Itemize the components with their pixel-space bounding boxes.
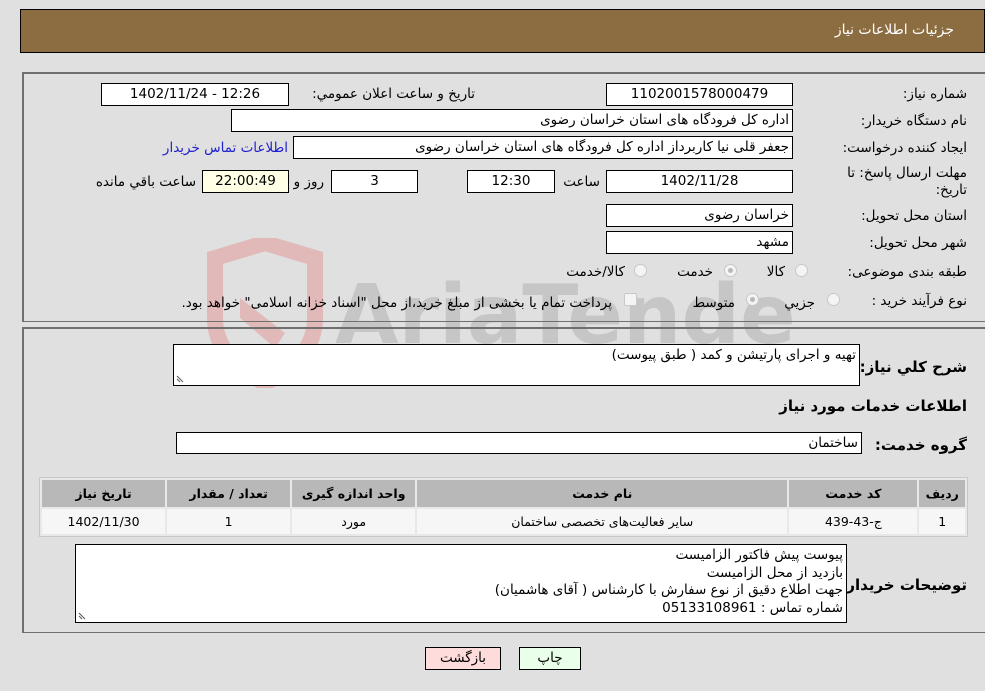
cell-row-number: 1 <box>919 509 965 534</box>
buyer-notes-textarea[interactable]: پیوست پیش فاکتور الزامیست بازدید از محل … <box>75 544 847 623</box>
buyer-contact-link[interactable]: اطلاعات تماس خریدار <box>163 140 288 156</box>
remaining-time-field: 22:00:49 <box>202 170 289 193</box>
cell-service-name: سایر فعالیت‌های تخصصی ساختمان <box>417 509 788 534</box>
table-row: 1 ج-43-439 سایر فعالیت‌های تخصصی ساختمان… <box>42 509 965 534</box>
col-header-quantity: تعداد / مقدار <box>167 480 291 507</box>
deadline-time-label: ساعت <box>563 174 600 190</box>
city-label: شهر محل تحویل: <box>869 235 967 251</box>
days-label: روز و <box>293 174 324 190</box>
page-header: جزئیات اطلاعات نیاز <box>20 9 985 53</box>
description-textarea[interactable]: تهیه و اجرای پارتیشن و کمد ( طبق پیوست) <box>173 344 860 386</box>
services-table-wrapper: ردیف کد خدمت نام خدمت واحد اندازه گیری ت… <box>39 477 968 537</box>
category-option-service: خدمت <box>677 264 713 280</box>
province-label: استان محل تحویل: <box>861 208 967 224</box>
deadline-time-field: 12:30 <box>467 170 555 193</box>
service-group-field: ساختمان <box>176 432 862 454</box>
cell-need-date: 1402/11/30 <box>42 509 166 534</box>
treasury-note: پرداخت تمام یا بخشی از مبلغ خرید،از محل … <box>181 295 612 311</box>
days-remaining-field: 3 <box>331 170 418 193</box>
process-type-label: نوع فرآیند خرید : <box>871 293 967 309</box>
category-radio-goods-service[interactable] <box>634 264 647 277</box>
col-header-need-date: تاریخ نیاز <box>42 480 166 507</box>
announce-date-field: 1402/11/24 - 12:26 <box>101 83 289 106</box>
col-header-row-number: ردیف <box>919 480 965 507</box>
process-option-minor: جزيي <box>784 295 815 311</box>
col-header-service-name: نام خدمت <box>417 480 788 507</box>
buyer-org-field: اداره کل فرودگاه های استان خراسان رضوی <box>231 109 793 132</box>
print-button[interactable]: چاپ <box>519 647 581 670</box>
city-field: مشهد <box>606 231 793 254</box>
page-title: جزئیات اطلاعات نیاز <box>834 22 954 38</box>
buyer-note-line: پیوست پیش فاکتور الزامیست <box>675 547 843 563</box>
services-table: ردیف کد خدمت نام خدمت واحد اندازه گیری ت… <box>39 477 968 537</box>
resize-grip-icon[interactable] <box>78 612 88 620</box>
deadline-label-2: تاریخ: <box>935 182 967 198</box>
category-option-goods: کالا <box>766 264 785 280</box>
deadline-label: مهلت ارسال پاسخ: تا <box>847 165 967 181</box>
resize-grip-icon[interactable] <box>176 375 186 383</box>
buyer-note-line: بازدید از محل الزامیست <box>706 564 843 581</box>
deadline-date-field: 1402/11/28 <box>606 170 793 193</box>
col-header-unit: واحد اندازه گیری <box>292 480 416 507</box>
need-number-label: شماره نیاز: <box>902 86 967 102</box>
services-section-title: اطلاعات خدمات مورد نياز <box>779 397 967 415</box>
cell-service-code: ج-43-439 <box>789 509 918 534</box>
service-group-label: گروه خدمت: <box>874 436 967 454</box>
table-header-row: ردیف کد خدمت نام خدمت واحد اندازه گیری ت… <box>42 480 965 507</box>
process-radio-minor[interactable] <box>827 293 840 306</box>
province-field: خراسان رضوی <box>606 204 793 227</box>
treasury-checkbox[interactable] <box>624 293 637 306</box>
buyer-org-label: نام دستگاه خریدار: <box>860 113 967 129</box>
announce-date-label: تاریخ و ساعت اعلان عمومي: <box>312 86 475 102</box>
cell-quantity: 1 <box>167 509 291 534</box>
category-radio-goods[interactable] <box>795 264 808 277</box>
process-option-medium: متوسط <box>692 295 735 311</box>
need-number-field: 1102001578000479 <box>606 83 793 106</box>
process-radio-medium[interactable] <box>746 293 759 306</box>
category-radio-service[interactable] <box>724 264 737 277</box>
remaining-time-label: ساعت باقي مانده <box>95 174 196 190</box>
col-header-service-code: کد خدمت <box>789 480 918 507</box>
creator-label: ایجاد کننده درخواست: <box>842 140 967 156</box>
category-option-goods-service: کالا/خدمت <box>566 264 625 280</box>
buyer-notes-label: توضیحات خریدار: <box>840 576 967 594</box>
description-text: تهیه و اجرای پارتیشن و کمد ( طبق پیوست) <box>611 347 856 363</box>
buyer-note-line: شماره تماس : 05133108961 <box>662 599 843 616</box>
category-label: طبقه بندی موضوعی: <box>847 264 967 280</box>
buyer-note-line: جهت اطلاع دقیق از نوع سفارش با کارشناس (… <box>494 582 843 598</box>
description-label: شرح کلي نياز: <box>859 358 967 376</box>
back-button[interactable]: بازگشت <box>425 647 501 670</box>
creator-field: جعفر قلی نیا کاربرداز اداره کل فرودگاه ه… <box>293 136 793 159</box>
cell-unit: مورد <box>292 509 416 534</box>
